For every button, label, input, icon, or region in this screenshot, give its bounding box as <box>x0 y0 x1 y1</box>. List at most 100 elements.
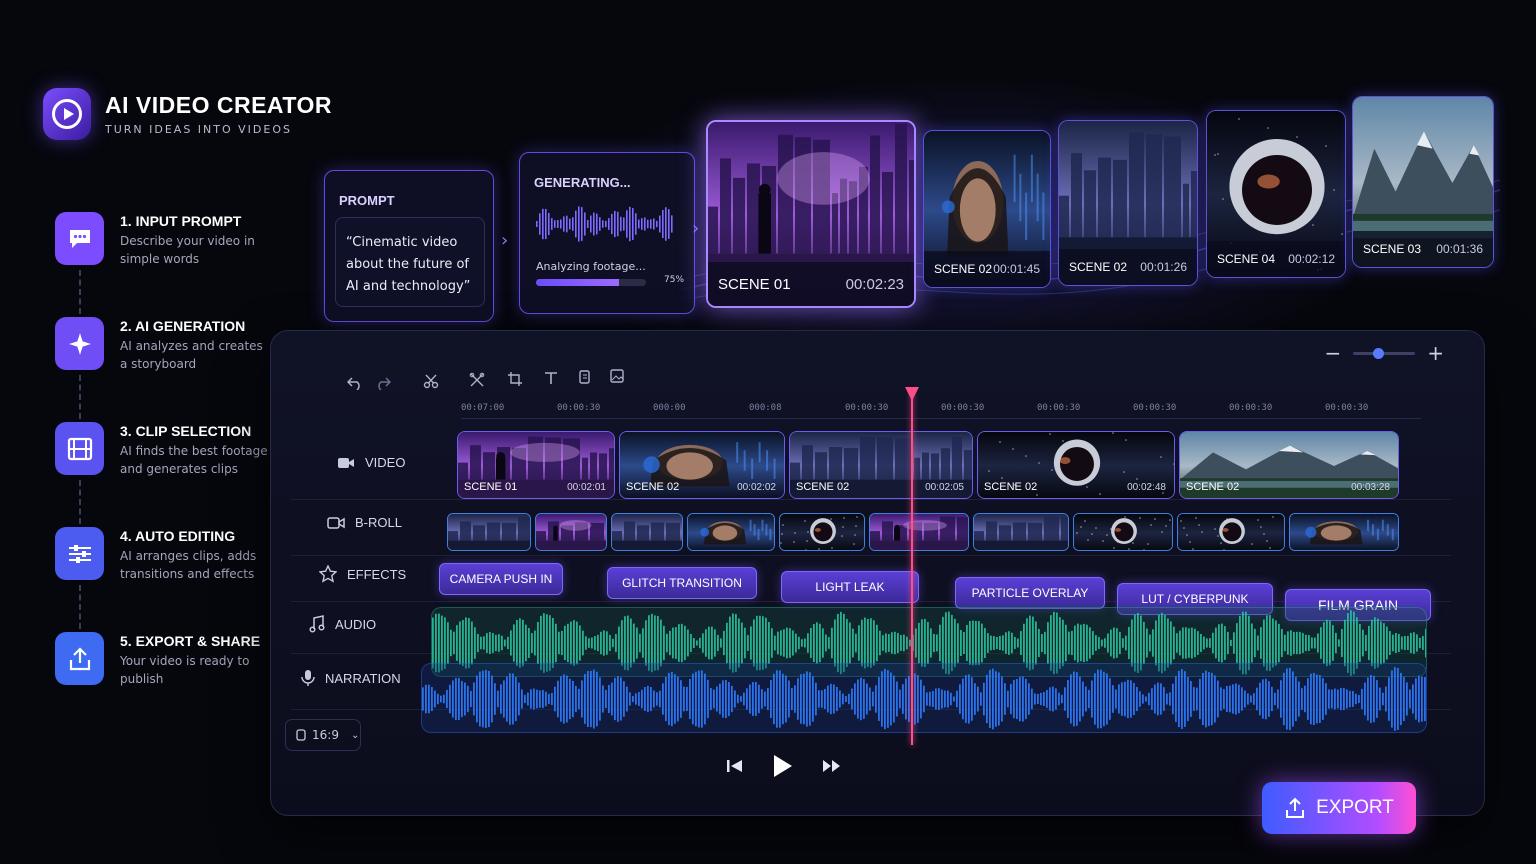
generating-progress-bar <box>536 279 646 286</box>
scene-card-1[interactable]: SCENE 01 00:02:23 <box>706 120 916 308</box>
playhead[interactable] <box>911 393 913 745</box>
zoom-in-button[interactable]: + <box>1427 341 1444 365</box>
scissors-icon[interactable] <box>417 367 445 395</box>
track-label-video: VIDEO <box>337 455 405 470</box>
ruler-tick: 000:00 <box>653 403 686 413</box>
ruler-tick: 00:00:30 <box>1325 403 1369 413</box>
video-clip[interactable]: SCENE 02 00:02:48 <box>977 431 1175 499</box>
redo-button[interactable] <box>369 369 397 397</box>
clip-thumbnail <box>780 514 864 550</box>
track-label-narration: NARRATION <box>301 669 401 687</box>
generating-card: GENERATING... Analyzing footage... 75% <box>519 152 695 314</box>
step-clip-selection[interactable]: 3. CLIP SELECTION AI finds the best foota… <box>55 422 270 527</box>
prompt-heading: PROMPT <box>339 193 395 208</box>
step-input-prompt[interactable]: 1. INPUT PROMPT Describe your video in si… <box>55 212 270 317</box>
upload-icon <box>1286 797 1305 818</box>
aspect-ratio-select[interactable]: 16:9 ⌄ <box>285 719 361 751</box>
track-label-effects: EFFECTS <box>319 565 406 583</box>
zoom-slider[interactable] <box>1353 347 1416 359</box>
video-clip[interactable]: SCENE 02 00:03:28 <box>1179 431 1399 499</box>
broll-clip[interactable] <box>1073 513 1173 551</box>
zoom-out-button[interactable]: − <box>1324 341 1341 365</box>
broll-clip[interactable] <box>779 513 865 551</box>
clip-time: 00:03:28 <box>1351 482 1390 493</box>
sparkle-icon <box>55 317 104 370</box>
prompt-text[interactable]: “Cinematic video about the future of AI … <box>335 217 485 307</box>
step-desc: AI analyzes and creates a storyboard <box>120 339 263 371</box>
effect-chip[interactable]: LIGHT LEAK <box>781 571 919 603</box>
broll-clip[interactable] <box>611 513 683 551</box>
fast-forward-button[interactable] <box>822 758 842 774</box>
scene-time: 00:01:36 <box>1436 242 1483 256</box>
step-auto-editing[interactable]: 4. AUTO EDITING AI arranges clips, adds t… <box>55 527 270 632</box>
step-connector <box>79 375 81 419</box>
scene-time: 00:02:23 <box>845 275 904 293</box>
chat-icon <box>55 212 104 265</box>
clip-thumbnail <box>1290 514 1398 550</box>
scene-card-5[interactable]: SCENE 03 00:01:36 <box>1352 96 1494 268</box>
zoom-slider-handle[interactable] <box>1373 347 1385 359</box>
broll-clip[interactable] <box>447 513 531 551</box>
clip-thumbnail <box>688 514 774 550</box>
effect-chip[interactable]: PARTICLE OVERLAY <box>955 577 1105 609</box>
prompt-card[interactable]: PROMPT “Cinematic video about the future… <box>324 170 494 322</box>
generating-percent: 75% <box>664 275 685 285</box>
clip-thumbnail <box>870 514 968 550</box>
step-title: 3. CLIP SELECTION <box>120 423 252 439</box>
effect-chip[interactable]: GLITCH TRANSITION <box>607 567 757 599</box>
clip-thumbnail <box>1178 514 1284 550</box>
clip-thumbnail <box>974 514 1068 550</box>
copy-icon[interactable] <box>571 363 599 391</box>
track-name: AUDIO <box>335 616 377 632</box>
app-logo-icon <box>43 88 91 140</box>
broll-clip[interactable] <box>869 513 969 551</box>
skip-back-button[interactable] <box>726 758 744 774</box>
image-icon[interactable] <box>605 362 633 390</box>
clip-time: 00:02:01 <box>567 482 606 493</box>
undo-button[interactable] <box>341 369 369 397</box>
broll-clip[interactable] <box>687 513 775 551</box>
ruler-tick: 000:08 <box>749 403 782 413</box>
effect-chip[interactable]: CAMERA PUSH IN <box>439 563 563 595</box>
microphone-icon <box>301 670 315 686</box>
scene-label: SCENE 01 <box>718 275 791 293</box>
clip-time: 00:02:02 <box>737 482 776 493</box>
broll-clip[interactable] <box>535 513 607 551</box>
narration-waveform <box>422 667 1426 731</box>
track-name: NARRATION <box>325 670 401 686</box>
ruler-tick: 00:00:30 <box>1133 403 1177 413</box>
broll-clip[interactable] <box>1289 513 1399 551</box>
film-icon <box>55 422 104 475</box>
chevron-down-icon: ⌄ <box>350 729 360 741</box>
scene-card-4[interactable]: SCENE 04 00:02:12 <box>1206 110 1346 278</box>
crop-icon[interactable] <box>501 365 529 393</box>
scene-card-3[interactable]: SCENE 02 00:01:26 <box>1058 120 1198 286</box>
step-export-share[interactable]: 5. EXPORT & SHARE Your video is ready to … <box>55 632 270 737</box>
broll-clip[interactable] <box>973 513 1069 551</box>
text-icon[interactable] <box>537 364 565 392</box>
generating-status: Analyzing footage... <box>536 260 646 273</box>
scene-card-2[interactable]: SCENE 02 00:01:45 <box>923 130 1051 288</box>
step-title: 1. INPUT PROMPT <box>120 213 242 229</box>
track-name: EFFECTS <box>347 566 407 582</box>
split-icon[interactable] <box>463 366 491 394</box>
play-button[interactable] <box>772 753 794 779</box>
step-desc: Your video is ready to publish <box>120 654 250 686</box>
share-icon <box>55 632 104 685</box>
scene-label: SCENE 04 <box>1217 252 1276 266</box>
ruler-tick: 00:00:30 <box>845 403 889 413</box>
scene-time: 00:01:26 <box>1140 260 1187 274</box>
video-clip[interactable]: SCENE 01 00:02:01 <box>457 431 615 499</box>
narration-track[interactable] <box>421 663 1427 733</box>
video-clip[interactable]: SCENE 02 00:02:02 <box>619 431 785 499</box>
music-note-icon <box>309 615 325 633</box>
step-title: 5. EXPORT & SHARE <box>120 633 261 649</box>
clip-label: SCENE 02 <box>626 481 680 493</box>
step-ai-generation[interactable]: 2. AI GENERATION AI analyzes and creates … <box>55 317 270 422</box>
video-clip[interactable]: SCENE 02 00:02:05 <box>789 431 973 499</box>
broll-clip[interactable] <box>1177 513 1285 551</box>
clip-thumbnail <box>1074 514 1172 550</box>
export-button[interactable]: EXPORT <box>1262 782 1416 834</box>
step-desc: Describe your video in simple words <box>120 234 255 266</box>
aspect-value: 16:9 <box>312 728 339 742</box>
